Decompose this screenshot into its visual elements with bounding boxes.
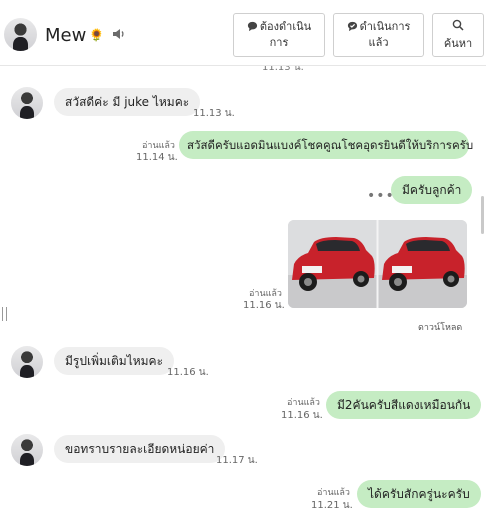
message-time: 11.21 น. xyxy=(311,500,353,509)
contact-name[interactable]: Mew xyxy=(45,25,86,46)
message-time: 11.14 น. xyxy=(136,152,178,163)
incoming-message[interactable]: ขอทราบรายละเอียดหน่อยค่า xyxy=(54,435,226,463)
read-receipt: อ่านแล้ว xyxy=(287,398,320,408)
done-label-line1: ดำเนินการ xyxy=(359,20,411,33)
search-button[interactable]: ค้นหา xyxy=(432,13,484,57)
message-time: 11.16 น. xyxy=(167,367,209,378)
pending-label-line2: การ xyxy=(269,36,289,49)
contact-avatar-small[interactable] xyxy=(11,434,43,466)
search-label: ค้นหา xyxy=(443,37,473,50)
pending-label-line1: ต้องดำเนิน xyxy=(259,20,312,33)
contact-avatar-small[interactable] xyxy=(11,87,43,119)
done-label-line2: แล้ว xyxy=(368,36,389,49)
contact-avatar-small[interactable] xyxy=(11,346,43,378)
sunflower-emoji: 🌻 xyxy=(89,28,104,42)
message-time: 11.13 น. xyxy=(262,66,304,73)
download-link[interactable]: ดาวน์โหลด xyxy=(418,320,462,334)
message-time: 11.16 น. xyxy=(281,410,323,421)
panel-resize-handle[interactable] xyxy=(2,307,7,321)
check-bubble-icon xyxy=(347,21,357,32)
search-icon xyxy=(452,19,464,31)
outgoing-message[interactable]: มีครับลูกค้า xyxy=(391,176,473,204)
done-status-button[interactable]: ดำเนินการ แล้ว xyxy=(333,13,424,57)
car-photo xyxy=(288,220,467,308)
outgoing-message[interactable]: ได้ครับสักครู่นะครับ xyxy=(357,480,481,508)
message-time: 11.17 น. xyxy=(216,455,258,466)
incoming-message[interactable]: มีรูปเพิ่มเติมไหมคะ xyxy=(54,347,175,375)
incoming-message[interactable]: สวัสดีค่ะ มี juke ไหมคะ xyxy=(54,88,201,116)
scrollbar-thumb[interactable] xyxy=(481,196,484,234)
message-time: 11.13 น. xyxy=(193,108,235,119)
message-list[interactable]: 11.13 น. สวัสดีค่ะ มี juke ไหมคะ 11.13 น… xyxy=(0,66,486,509)
read-receipt: อ่านแล้ว xyxy=(317,488,350,498)
outgoing-message[interactable]: มี2คันครับสีแดงเหมือนกัน xyxy=(326,391,482,419)
message-time: 11.16 น. xyxy=(243,300,285,311)
chat-header: Mew 🌻 ต้องดำเนิน การ ดำเนินการ แล้ว ค้นห… xyxy=(0,0,486,66)
pending-status-button[interactable]: ต้องดำเนิน การ xyxy=(233,13,325,57)
chat-bubble-icon xyxy=(247,21,257,32)
speaker-icon[interactable] xyxy=(111,26,127,42)
outgoing-message[interactable]: สวัสดีครับแอดมินแบงค์โชคคูณโชคอุดรยินดีใ… xyxy=(179,131,473,159)
car-photo-message[interactable] xyxy=(288,220,467,308)
contact-avatar[interactable] xyxy=(4,18,37,51)
